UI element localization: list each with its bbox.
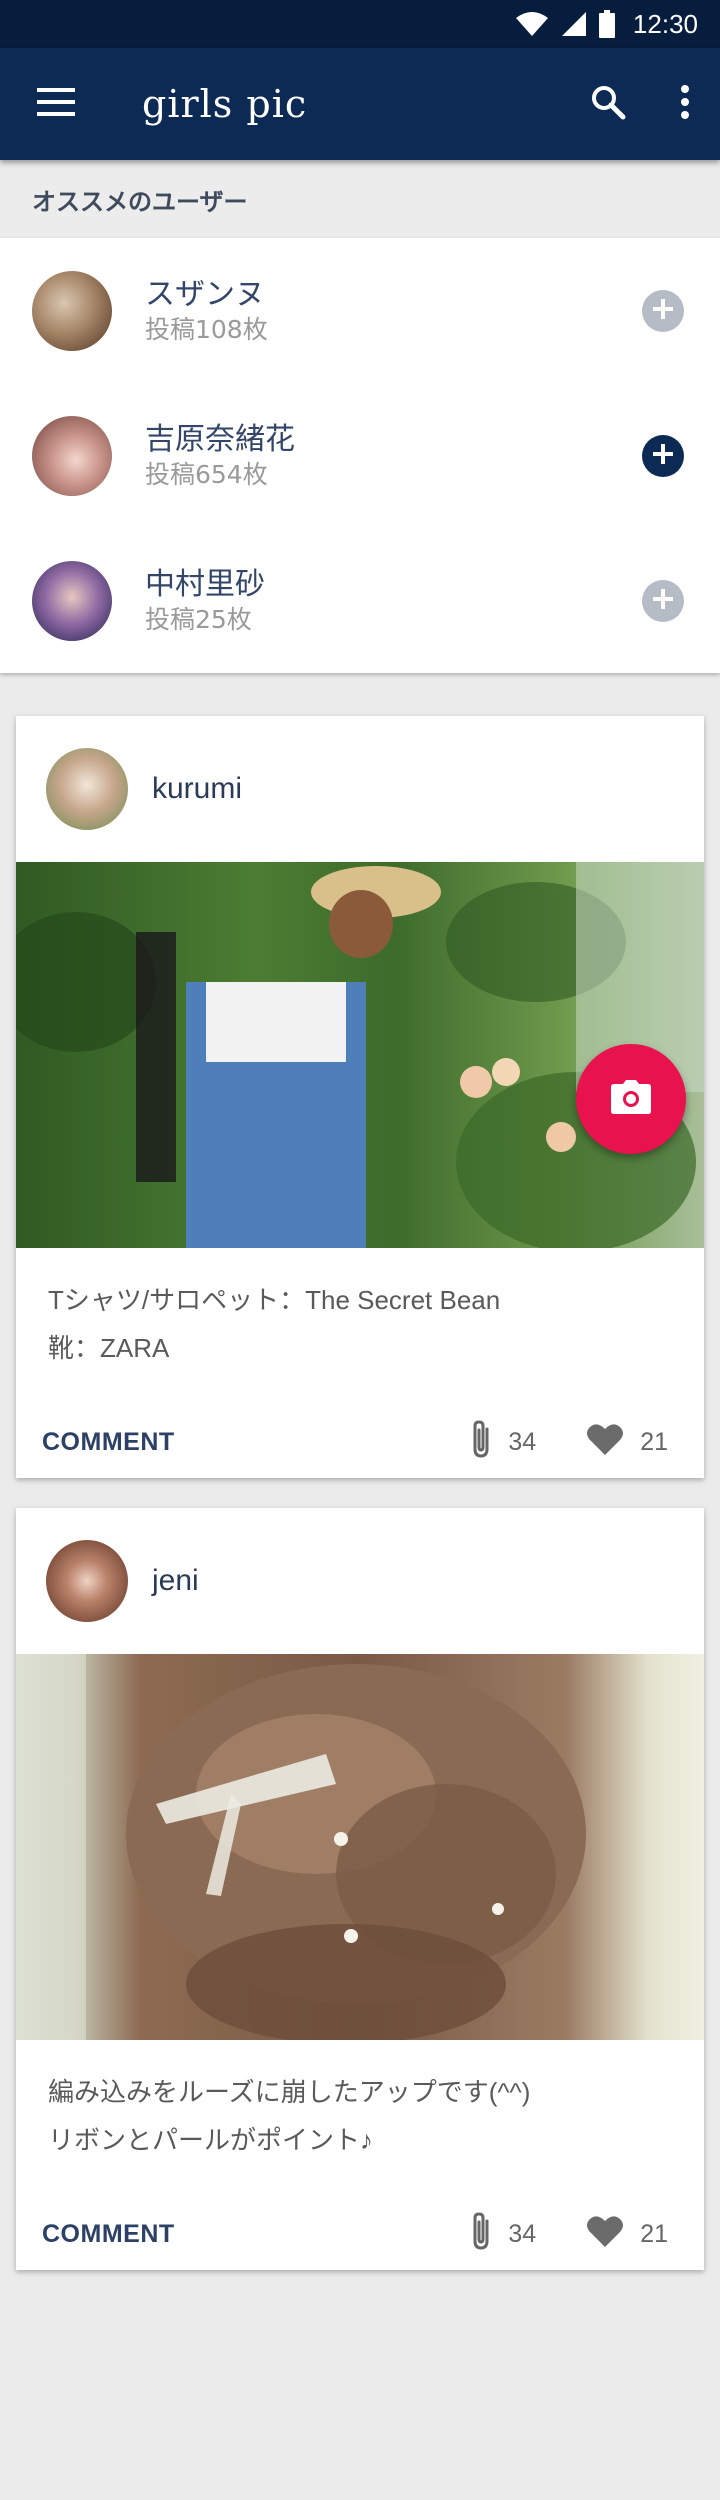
- avatar: [46, 1540, 128, 1622]
- plus-icon: [651, 587, 675, 615]
- signal-icon: [561, 11, 587, 37]
- caption-line: 編み込みをルーズに崩したアップです(^^): [48, 2077, 531, 2107]
- wifi-icon: [515, 11, 549, 37]
- menu-button[interactable]: [0, 48, 112, 160]
- avatar: [32, 560, 112, 641]
- battery-icon: [598, 10, 615, 38]
- post-card: jeni 編み込みをルーズに崩したアップです(^^) リボンとパールがポイント♪…: [16, 1508, 704, 2270]
- status-bar: 12:30: [0, 0, 720, 48]
- post-photo[interactable]: [16, 1654, 704, 2040]
- paperclip-icon: [470, 1419, 492, 1466]
- post-author: jeni: [152, 1564, 199, 1597]
- like-count: 21: [640, 2219, 668, 2248]
- recommended-users-heading: オススメのユーザー: [0, 160, 720, 238]
- heart-icon: [586, 1422, 624, 1463]
- post-header[interactable]: kurumi: [16, 716, 704, 862]
- heart-icon: [586, 2214, 624, 2255]
- post-caption: 編み込みをルーズに崩したアップです(^^) リボンとパールがポイント♪: [16, 2040, 704, 2198]
- more-options-button[interactable]: [650, 48, 720, 160]
- avatar: [32, 270, 112, 351]
- post-actions: COMMENT 34 21: [16, 2198, 704, 2270]
- comment-button[interactable]: COMMENT: [42, 1428, 175, 1457]
- comment-button[interactable]: COMMENT: [42, 2220, 175, 2249]
- caption-line: 靴：ZARA: [48, 1333, 170, 1363]
- follow-button[interactable]: [642, 434, 684, 477]
- user-name: 中村里砂: [145, 566, 265, 602]
- user-post-count: 投稿25枚: [145, 604, 252, 634]
- post-card: kurumi Tシャツ/サロペット：The Secret Bean 靴：ZARA…: [16, 716, 704, 1478]
- caption-line: リボンとパールがポイント♪: [48, 2125, 374, 2155]
- paperclip-icon: [470, 2211, 492, 2258]
- clip-count: 34: [508, 2219, 537, 2248]
- like-count: 21: [640, 1427, 668, 1456]
- like-button[interactable]: 21: [586, 2214, 668, 2255]
- like-button[interactable]: 21: [586, 1422, 668, 1463]
- user-post-count: 投稿108枚: [145, 314, 268, 344]
- user-row[interactable]: 中村里砂 投稿25枚: [0, 528, 720, 673]
- camera-fab[interactable]: [576, 1044, 686, 1154]
- more-vert-icon: [680, 85, 690, 123]
- app-title: girls pic: [142, 82, 308, 126]
- search-button[interactable]: [566, 48, 650, 160]
- avatar: [46, 748, 128, 830]
- user-name: スザンヌ: [145, 276, 265, 312]
- status-time: 12:30: [632, 8, 698, 39]
- camera-icon: [611, 1080, 651, 1118]
- post-caption: Tシャツ/サロペット：The Secret Bean 靴：ZARA: [16, 1248, 704, 1406]
- user-post-count: 投稿654枚: [145, 459, 268, 489]
- post-photo[interactable]: [16, 862, 704, 1248]
- follow-button[interactable]: [642, 579, 684, 622]
- user-name: 吉原奈緒花: [145, 421, 295, 457]
- user-row[interactable]: 吉原奈緒花 投稿654枚: [0, 383, 720, 528]
- clip-button[interactable]: 34: [470, 1419, 536, 1466]
- user-row[interactable]: スザンヌ 投稿108枚: [0, 238, 720, 383]
- app-bar: girls pic: [0, 48, 720, 160]
- search-icon: [590, 84, 626, 124]
- menu-icon: [37, 88, 75, 120]
- post-header[interactable]: jeni: [16, 1508, 704, 1654]
- clip-button[interactable]: 34: [470, 2211, 536, 2258]
- plus-icon: [651, 297, 675, 325]
- avatar: [32, 415, 112, 496]
- caption-line: Tシャツ/サロペット：The Secret Bean: [48, 1285, 501, 1315]
- recommended-users-list: スザンヌ 投稿108枚 吉原奈緒花 投稿654枚 中村里砂 投稿25枚: [0, 238, 720, 673]
- post-actions: COMMENT 34 21: [16, 1406, 704, 1478]
- post-author: kurumi: [152, 772, 243, 805]
- clip-count: 34: [508, 1427, 537, 1456]
- follow-button[interactable]: [642, 289, 684, 332]
- plus-icon: [651, 442, 675, 470]
